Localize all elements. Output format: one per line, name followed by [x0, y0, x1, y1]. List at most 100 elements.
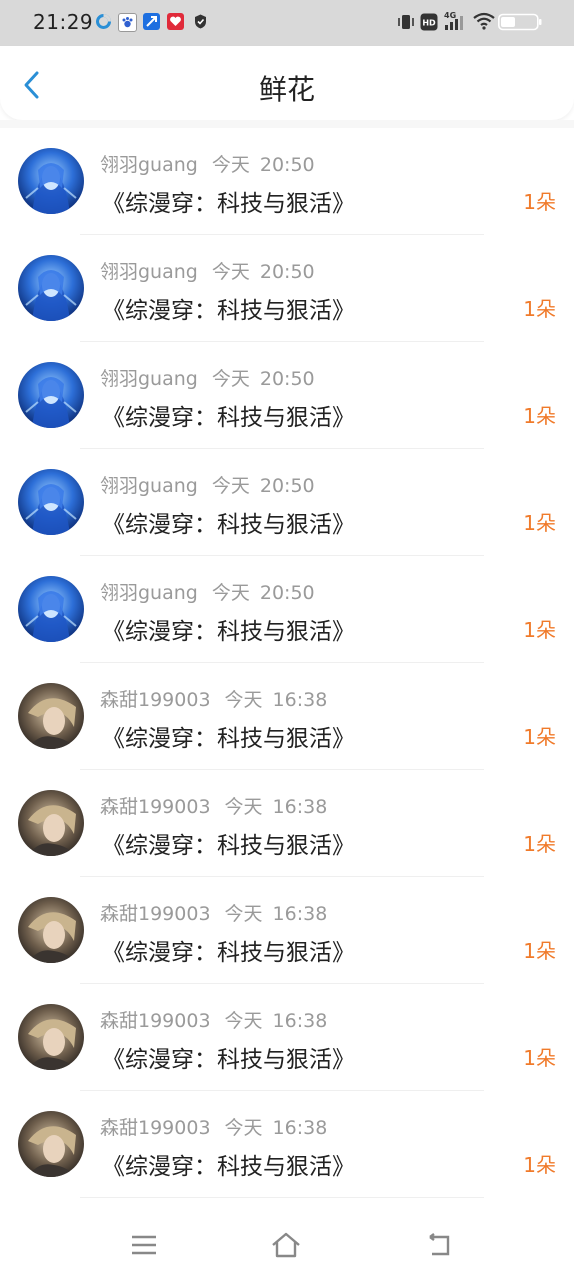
flower-count: 1朵: [523, 297, 556, 321]
username[interactable]: 森甜199003: [100, 903, 211, 925]
book-title: 《综漫穿：科技与狠活》: [102, 191, 355, 217]
flower-count: 1朵: [523, 939, 556, 963]
battery-icon: [498, 13, 542, 35]
book-title: 《综漫穿：科技与狠活》: [102, 1047, 355, 1073]
username[interactable]: 森甜199003: [100, 796, 211, 818]
list-item[interactable]: 翎羽guang 今天 20:50 《综漫穿：科技与狠活》 1朵: [0, 235, 574, 342]
username[interactable]: 翎羽guang: [100, 475, 198, 497]
4g-signal-icon: 4G: [442, 10, 468, 36]
flower-count: 1朵: [523, 832, 556, 856]
flower-count: 1朵: [523, 618, 556, 642]
avatar[interactable]: [18, 148, 84, 214]
book-title: 《综漫穿：科技与狠活》: [102, 940, 355, 966]
hd-icon: HD: [420, 13, 438, 35]
status-time: 21:29: [33, 10, 94, 34]
date-label: 今天: [211, 582, 250, 604]
flower-count: 1朵: [523, 1046, 556, 1070]
page-title: 鲜花: [258, 73, 315, 106]
item-meta: 翎羽guang 今天 20:50: [100, 150, 315, 177]
avatar[interactable]: [18, 469, 84, 535]
item-meta: 翎羽guang 今天 20:50: [100, 578, 315, 605]
app-header: 鲜花: [0, 46, 574, 120]
arrow-app-icon: [143, 13, 160, 30]
status-bar: 21:29 HD 4G: [0, 0, 574, 46]
vibrate-icon: [396, 12, 416, 36]
avatar[interactable]: [18, 255, 84, 321]
time-label: 20:50: [259, 368, 315, 390]
list-item[interactable]: 森甜199003 今天 16:38 《综漫穿：科技与狠活》 1朵: [0, 770, 574, 877]
header-separator: [0, 120, 574, 128]
time-label: 20:50: [259, 154, 315, 176]
time-label: 20:50: [259, 475, 315, 497]
home-button[interactable]: [266, 1228, 306, 1262]
username[interactable]: 翎羽guang: [100, 261, 198, 283]
book-title: 《综漫穿：科技与狠活》: [102, 405, 355, 431]
shield-app-icon: [192, 13, 209, 30]
flower-gift-list: 翎羽guang 今天 20:50 《综漫穿：科技与狠活》 1朵 翎羽guang 今天 20:5…: [0, 128, 574, 1198]
date-label: 今天: [211, 368, 250, 390]
list-item[interactable]: 森甜199003 今天 16:38 《综漫穿：科技与狠活》 1朵: [0, 663, 574, 770]
avatar[interactable]: [18, 790, 84, 856]
date-label: 今天: [224, 903, 263, 925]
menu-button[interactable]: [124, 1228, 164, 1262]
time-label: 16:38: [272, 1010, 328, 1032]
book-title: 《综漫穿：科技与狠活》: [102, 833, 355, 859]
time-label: 20:50: [259, 261, 315, 283]
book-title: 《综漫穿：科技与狠活》: [102, 512, 355, 538]
book-title: 《综漫穿：科技与狠活》: [102, 1154, 355, 1180]
loop-app-icon: [95, 13, 112, 30]
wifi-icon: [472, 11, 496, 35]
item-meta: 森甜199003 今天 16:38: [100, 685, 327, 712]
svg-text:HD: HD: [422, 19, 436, 28]
date-label: 今天: [224, 689, 263, 711]
menu-icon: [132, 1235, 156, 1255]
list-item[interactable]: 翎羽guang 今天 20:50 《综漫穿：科技与狠活》 1朵: [0, 556, 574, 663]
time-label: 16:38: [272, 1117, 328, 1139]
flower-count: 1朵: [523, 190, 556, 214]
svg-text:4G: 4G: [444, 11, 456, 20]
date-label: 今天: [224, 1010, 263, 1032]
list-item[interactable]: 森甜199003 今天 16:38 《综漫穿：科技与狠活》 1朵: [0, 877, 574, 984]
username[interactable]: 翎羽guang: [100, 368, 198, 390]
book-title: 《综漫穿：科技与狠活》: [102, 726, 355, 752]
date-label: 今天: [211, 261, 250, 283]
book-title: 《综漫穿：科技与狠活》: [102, 619, 355, 645]
item-meta: 森甜199003 今天 16:38: [100, 1006, 327, 1033]
avatar[interactable]: [18, 576, 84, 642]
avatar[interactable]: [18, 897, 84, 963]
list-item[interactable]: 翎羽guang 今天 20:50 《综漫穿：科技与狠活》 1朵: [0, 449, 574, 556]
home-icon: [272, 1232, 300, 1258]
date-label: 今天: [224, 1117, 263, 1139]
username[interactable]: 森甜199003: [100, 689, 211, 711]
system-nav-bar: [0, 1210, 574, 1280]
list-item[interactable]: 翎羽guang 今天 20:50 《综漫穿：科技与狠活》 1朵: [0, 128, 574, 235]
avatar[interactable]: [18, 362, 84, 428]
avatar[interactable]: [18, 1111, 84, 1177]
avatar[interactable]: [18, 683, 84, 749]
list-item[interactable]: 翎羽guang 今天 20:50 《综漫穿：科技与狠活》 1朵: [0, 342, 574, 449]
return-button[interactable]: [418, 1228, 458, 1262]
flower-count: 1朵: [523, 404, 556, 428]
item-meta: 森甜199003 今天 16:38: [100, 792, 327, 819]
row-divider: [80, 1197, 484, 1198]
list-item[interactable]: 森甜199003 今天 16:38 《综漫穿：科技与狠活》 1朵: [0, 984, 574, 1091]
return-icon: [429, 1233, 450, 1256]
time-label: 16:38: [272, 689, 328, 711]
username[interactable]: 森甜199003: [100, 1117, 211, 1139]
flower-count: 1朵: [523, 725, 556, 749]
item-meta: 翎羽guang 今天 20:50: [100, 257, 315, 284]
item-meta: 翎羽guang 今天 20:50: [100, 471, 315, 498]
heart-app-icon: [167, 13, 184, 30]
avatar[interactable]: [18, 1004, 84, 1070]
time-label: 16:38: [272, 903, 328, 925]
item-meta: 森甜199003 今天 16:38: [100, 1113, 327, 1140]
date-label: 今天: [211, 154, 250, 176]
list-item[interactable]: 森甜199003 今天 16:38 《综漫穿：科技与狠活》 1朵: [0, 1091, 574, 1198]
username[interactable]: 翎羽guang: [100, 154, 198, 176]
username[interactable]: 森甜199003: [100, 1010, 211, 1032]
date-label: 今天: [224, 796, 263, 818]
item-meta: 森甜199003 今天 16:38: [100, 899, 327, 926]
date-label: 今天: [211, 475, 250, 497]
paw-app-icon: [118, 13, 137, 32]
username[interactable]: 翎羽guang: [100, 582, 198, 604]
